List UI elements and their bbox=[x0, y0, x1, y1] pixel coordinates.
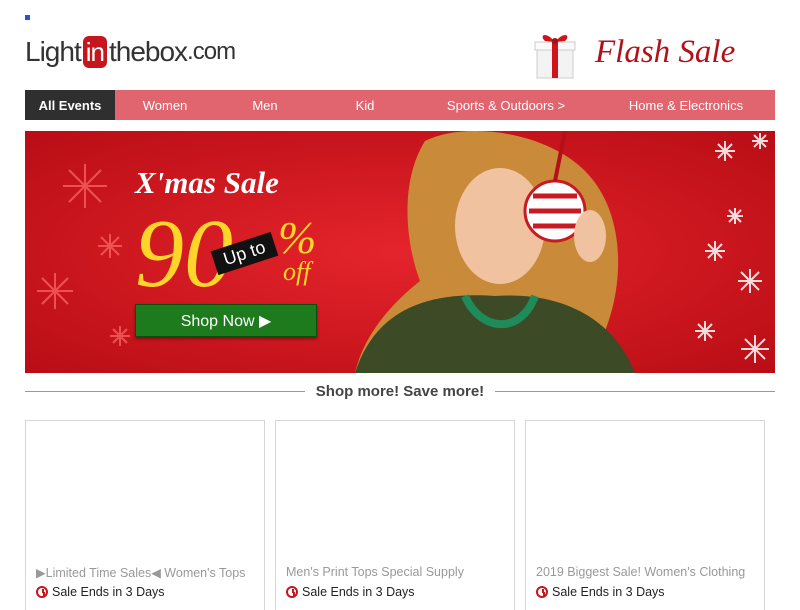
clock-icon bbox=[286, 586, 298, 598]
event-card-title[interactable]: ▶Limited Time Sales◀ Women's Tops bbox=[36, 565, 245, 580]
event-card-ends-text: Sale Ends in 3 Days bbox=[52, 585, 165, 599]
shop-now-button[interactable]: Shop Now ▶ bbox=[135, 304, 317, 337]
section-heading: Shop more! Save more! bbox=[315, 383, 485, 400]
flash-sale-title: Flash Sale bbox=[595, 34, 736, 70]
nav-item-kid[interactable]: Kid bbox=[315, 90, 415, 120]
logo-text-com: .com bbox=[187, 38, 236, 65]
page-marker bbox=[25, 15, 30, 20]
logo-text-thebox: thebox bbox=[108, 36, 188, 67]
event-card-title[interactable]: 2019 Biggest Sale! Women's Clothing bbox=[536, 565, 745, 579]
nav-item-women[interactable]: Women bbox=[115, 90, 215, 120]
hero-off-text: off bbox=[283, 257, 311, 286]
nav-item-sports-outdoors[interactable]: Sports & Outdoors > bbox=[415, 90, 597, 120]
event-card-countdown: Sale Ends in 3 Days bbox=[36, 585, 165, 599]
nav-item-home-electronics[interactable]: Home & Electronics bbox=[597, 90, 775, 120]
event-card-countdown: Sale Ends in 3 Days bbox=[286, 585, 415, 599]
xmas-sale-banner[interactable]: X'mas Sale 90 % off Up to Shop Now ▶ bbox=[25, 131, 775, 373]
main-nav: All Events Women Men Kid Sports & Outdoo… bbox=[25, 90, 775, 120]
event-card-ends-text: Sale Ends in 3 Days bbox=[302, 585, 415, 599]
event-card[interactable]: 2019 Biggest Sale! Women's Clothing Sale… bbox=[525, 420, 765, 610]
event-card-title[interactable]: Men's Print Tops Special Supply bbox=[286, 565, 464, 579]
header: Light in thebox .com Flash Sale bbox=[25, 28, 775, 88]
event-card-ends-text: Sale Ends in 3 Days bbox=[552, 585, 665, 599]
nav-item-men[interactable]: Men bbox=[215, 90, 315, 120]
clock-icon bbox=[536, 586, 548, 598]
event-card[interactable]: ▶Limited Time Sales◀ Women's Tops Sale E… bbox=[25, 420, 265, 610]
event-card-countdown: Sale Ends in 3 Days bbox=[536, 585, 665, 599]
hero-title: X'mas Sale bbox=[135, 165, 279, 200]
clock-icon bbox=[36, 586, 48, 598]
section-divider: Shop more! Save more! bbox=[25, 382, 775, 402]
logo-text-light: Light bbox=[25, 36, 82, 67]
nav-item-all-events[interactable]: All Events bbox=[25, 90, 115, 120]
site-logo[interactable]: Light in thebox .com bbox=[25, 34, 236, 70]
hero-percent-sign: % bbox=[278, 212, 317, 263]
logo-text-in: in bbox=[82, 36, 107, 68]
event-card[interactable]: Men's Print Tops Special Supply Sale End… bbox=[275, 420, 515, 610]
gift-box-icon bbox=[534, 34, 576, 79]
